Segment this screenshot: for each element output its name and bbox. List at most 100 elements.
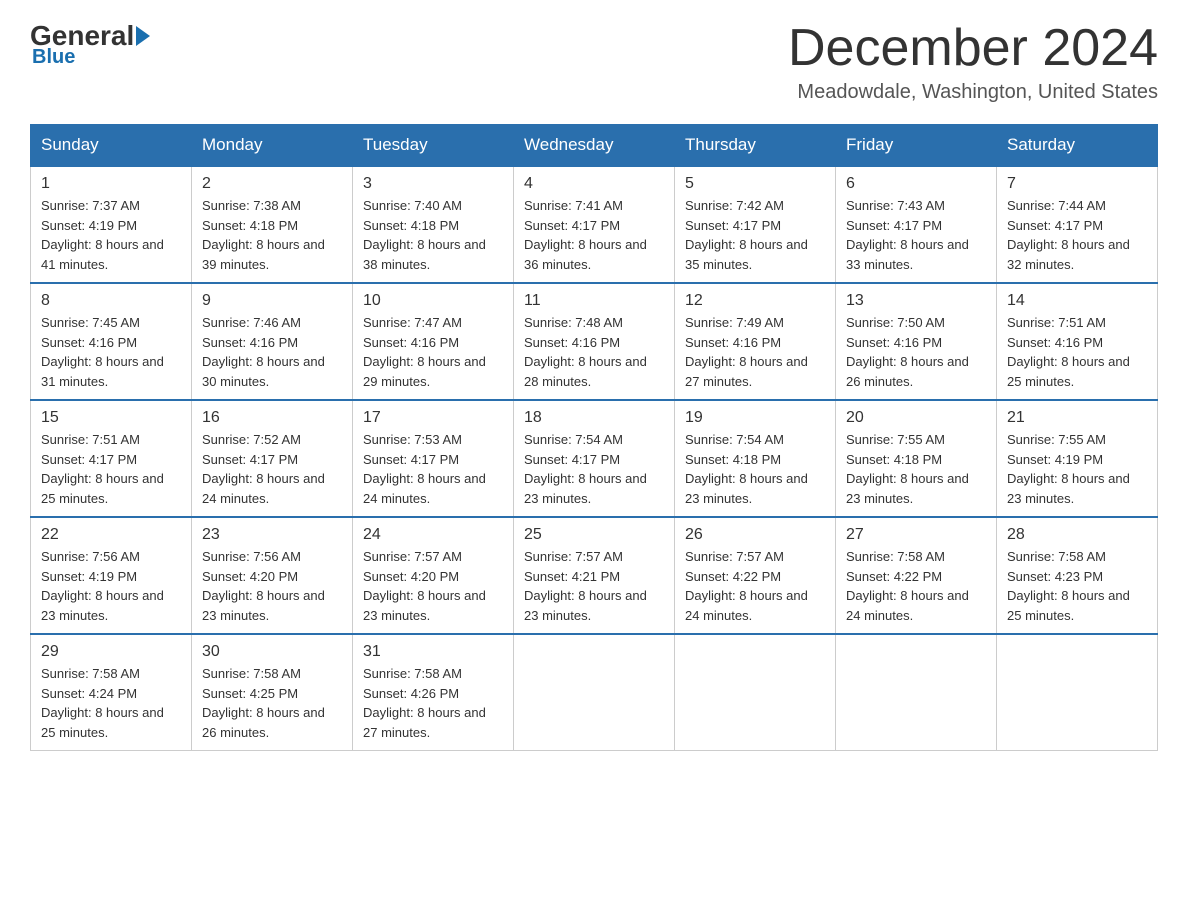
calendar-week-row: 15 Sunrise: 7:51 AMSunset: 4:17 PMDayligh…	[31, 400, 1158, 517]
day-number: 3	[363, 175, 503, 193]
day-number: 17	[363, 409, 503, 427]
calendar-cell: 27 Sunrise: 7:58 AMSunset: 4:22 PMDayligh…	[836, 517, 997, 634]
day-number: 29	[41, 643, 181, 661]
day-number: 26	[685, 526, 825, 544]
calendar-cell: 5 Sunrise: 7:42 AMSunset: 4:17 PMDaylight…	[675, 166, 836, 283]
day-number: 8	[41, 292, 181, 310]
day-info: Sunrise: 7:55 AMSunset: 4:18 PMDaylight:…	[846, 430, 986, 508]
calendar-cell: 1 Sunrise: 7:37 AMSunset: 4:19 PMDaylight…	[31, 166, 192, 283]
day-info: Sunrise: 7:43 AMSunset: 4:17 PMDaylight:…	[846, 196, 986, 274]
day-info: Sunrise: 7:47 AMSunset: 4:16 PMDaylight:…	[363, 313, 503, 391]
calendar-cell: 12 Sunrise: 7:49 AMSunset: 4:16 PMDayligh…	[675, 283, 836, 400]
calendar-cell: 25 Sunrise: 7:57 AMSunset: 4:21 PMDayligh…	[514, 517, 675, 634]
day-info: Sunrise: 7:58 AMSunset: 4:26 PMDaylight:…	[363, 664, 503, 742]
calendar-cell	[675, 634, 836, 751]
day-number: 16	[202, 409, 342, 427]
day-number: 2	[202, 175, 342, 193]
calendar-cell: 24Sunrise: 7:57 AMSunset: 4:20 PMDayligh…	[353, 517, 514, 634]
calendar-cell	[836, 634, 997, 751]
title-section: December 2024 Meadowdale, Washington, Un…	[788, 20, 1158, 104]
calendar-cell: 23 Sunrise: 7:56 AMSunset: 4:20 PMDayligh…	[192, 517, 353, 634]
day-number: 27	[846, 526, 986, 544]
day-info: Sunrise: 7:37 AMSunset: 4:19 PMDaylight:…	[41, 196, 181, 274]
calendar-header-wednesday: Wednesday	[514, 125, 675, 167]
calendar-cell: 15 Sunrise: 7:51 AMSunset: 4:17 PMDayligh…	[31, 400, 192, 517]
calendar-cell: 19 Sunrise: 7:54 AMSunset: 4:18 PMDayligh…	[675, 400, 836, 517]
day-info: Sunrise: 7:53 AMSunset: 4:17 PMDaylight:…	[363, 430, 503, 508]
calendar-cell: 2Sunrise: 7:38 AMSunset: 4:18 PMDaylight…	[192, 166, 353, 283]
day-info: Sunrise: 7:55 AMSunset: 4:19 PMDaylight:…	[1007, 430, 1147, 508]
day-number: 10	[363, 292, 503, 310]
day-info: Sunrise: 7:56 AMSunset: 4:19 PMDaylight:…	[41, 547, 181, 625]
day-number: 22	[41, 526, 181, 544]
calendar-cell: 29 Sunrise: 7:58 AMSunset: 4:24 PMDayligh…	[31, 634, 192, 751]
calendar-cell: 18 Sunrise: 7:54 AMSunset: 4:17 PMDayligh…	[514, 400, 675, 517]
calendar-cell: 9Sunrise: 7:46 AMSunset: 4:16 PMDaylight…	[192, 283, 353, 400]
day-number: 28	[1007, 526, 1147, 544]
day-info: Sunrise: 7:54 AMSunset: 4:18 PMDaylight:…	[685, 430, 825, 508]
day-info: Sunrise: 7:57 AMSunset: 4:20 PMDaylight:…	[363, 547, 503, 625]
calendar-cell: 7 Sunrise: 7:44 AMSunset: 4:17 PMDaylight…	[997, 166, 1158, 283]
day-number: 5	[685, 175, 825, 193]
calendar-cell: 16 Sunrise: 7:52 AMSunset: 4:17 PMDayligh…	[192, 400, 353, 517]
day-info: Sunrise: 7:57 AMSunset: 4:22 PMDaylight:…	[685, 547, 825, 625]
day-info: Sunrise: 7:58 AMSunset: 4:23 PMDaylight:…	[1007, 547, 1147, 625]
day-number: 19	[685, 409, 825, 427]
calendar-header-tuesday: Tuesday	[353, 125, 514, 167]
calendar-header-saturday: Saturday	[997, 125, 1158, 167]
day-info: Sunrise: 7:58 AMSunset: 4:22 PMDaylight:…	[846, 547, 986, 625]
calendar-cell: 11Sunrise: 7:48 AMSunset: 4:16 PMDayligh…	[514, 283, 675, 400]
day-info: Sunrise: 7:58 AMSunset: 4:24 PMDaylight:…	[41, 664, 181, 742]
logo-arrow-icon	[136, 26, 150, 46]
calendar-header-thursday: Thursday	[675, 125, 836, 167]
day-info: Sunrise: 7:44 AMSunset: 4:17 PMDaylight:…	[1007, 196, 1147, 274]
calendar-header-monday: Monday	[192, 125, 353, 167]
calendar-header-row: SundayMondayTuesdayWednesdayThursdayFrid…	[31, 125, 1158, 167]
day-number: 7	[1007, 175, 1147, 193]
calendar-week-row: 1 Sunrise: 7:37 AMSunset: 4:19 PMDaylight…	[31, 166, 1158, 283]
calendar-week-row: 8Sunrise: 7:45 AMSunset: 4:16 PMDaylight…	[31, 283, 1158, 400]
calendar-table: SundayMondayTuesdayWednesdayThursdayFrid…	[30, 124, 1158, 751]
day-number: 14	[1007, 292, 1147, 310]
day-number: 6	[846, 175, 986, 193]
day-number: 31	[363, 643, 503, 661]
day-info: Sunrise: 7:54 AMSunset: 4:17 PMDaylight:…	[524, 430, 664, 508]
calendar-header-sunday: Sunday	[31, 125, 192, 167]
day-info: Sunrise: 7:56 AMSunset: 4:20 PMDaylight:…	[202, 547, 342, 625]
day-info: Sunrise: 7:42 AMSunset: 4:17 PMDaylight:…	[685, 196, 825, 274]
day-number: 15	[41, 409, 181, 427]
day-info: Sunrise: 7:41 AMSunset: 4:17 PMDaylight:…	[524, 196, 664, 274]
day-info: Sunrise: 7:58 AMSunset: 4:25 PMDaylight:…	[202, 664, 342, 742]
day-number: 18	[524, 409, 664, 427]
day-number: 30	[202, 643, 342, 661]
calendar-cell: 21 Sunrise: 7:55 AMSunset: 4:19 PMDayligh…	[997, 400, 1158, 517]
logo: General Blue	[30, 20, 150, 69]
day-number: 21	[1007, 409, 1147, 427]
day-info: Sunrise: 7:50 AMSunset: 4:16 PMDaylight:…	[846, 313, 986, 391]
day-info: Sunrise: 7:57 AMSunset: 4:21 PMDaylight:…	[524, 547, 664, 625]
month-title: December 2024	[788, 20, 1158, 77]
calendar-cell: 22 Sunrise: 7:56 AMSunset: 4:19 PMDayligh…	[31, 517, 192, 634]
day-info: Sunrise: 7:48 AMSunset: 4:16 PMDaylight:…	[524, 313, 664, 391]
calendar-cell: 10 Sunrise: 7:47 AMSunset: 4:16 PMDayligh…	[353, 283, 514, 400]
calendar-cell: 8Sunrise: 7:45 AMSunset: 4:16 PMDaylight…	[31, 283, 192, 400]
calendar-cell: 20 Sunrise: 7:55 AMSunset: 4:18 PMDayligh…	[836, 400, 997, 517]
calendar-cell: 17 Sunrise: 7:53 AMSunset: 4:17 PMDayligh…	[353, 400, 514, 517]
calendar-cell	[514, 634, 675, 751]
calendar-cell: 3 Sunrise: 7:40 AMSunset: 4:18 PMDaylight…	[353, 166, 514, 283]
day-info: Sunrise: 7:40 AMSunset: 4:18 PMDaylight:…	[363, 196, 503, 274]
day-number: 13	[846, 292, 986, 310]
day-info: Sunrise: 7:52 AMSunset: 4:17 PMDaylight:…	[202, 430, 342, 508]
day-number: 9	[202, 292, 342, 310]
day-info: Sunrise: 7:49 AMSunset: 4:16 PMDaylight:…	[685, 313, 825, 391]
calendar-header-friday: Friday	[836, 125, 997, 167]
day-number: 20	[846, 409, 986, 427]
calendar-cell	[997, 634, 1158, 751]
day-number: 12	[685, 292, 825, 310]
calendar-cell: 31 Sunrise: 7:58 AMSunset: 4:26 PMDayligh…	[353, 634, 514, 751]
day-info: Sunrise: 7:51 AMSunset: 4:17 PMDaylight:…	[41, 430, 181, 508]
day-number: 23	[202, 526, 342, 544]
day-number: 1	[41, 175, 181, 193]
page-header: General Blue December 2024 Meadowdale, W…	[30, 20, 1158, 104]
day-number: 25	[524, 526, 664, 544]
